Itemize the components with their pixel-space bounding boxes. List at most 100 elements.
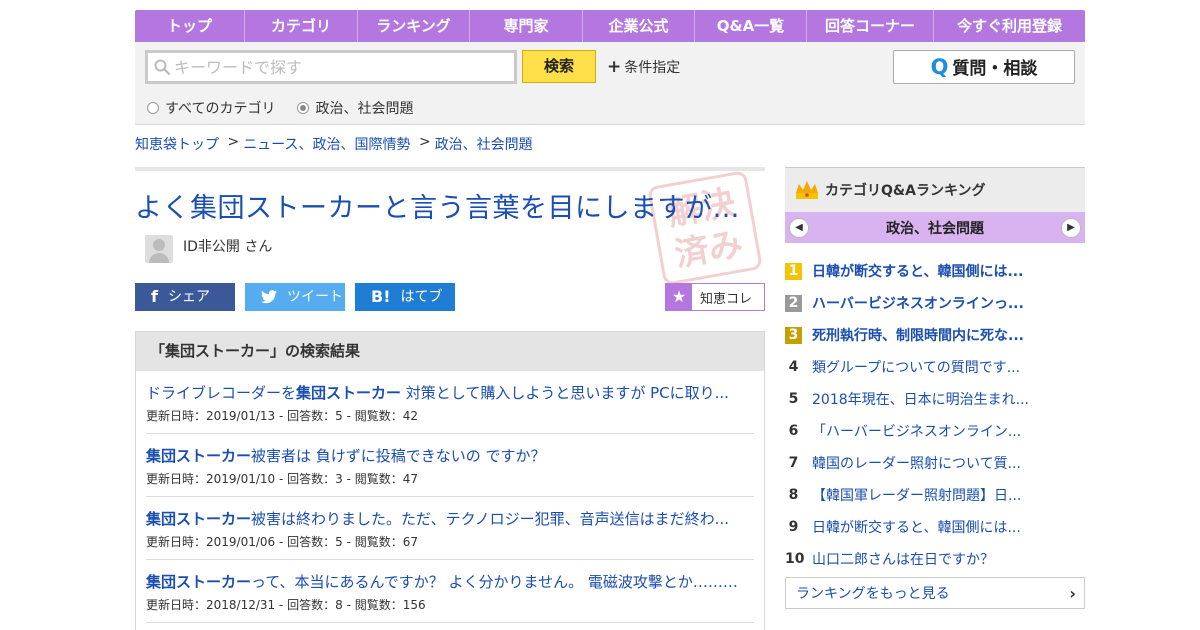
ranking-category-bar: ◀ 政治、社会問題 ▶ xyxy=(785,212,1085,243)
search-scope: すべてのカテゴリ 政治、社会問題 xyxy=(147,98,413,118)
result-title-keyword: 集団ストーカー xyxy=(146,573,252,591)
scope-current-label: 政治、社会問題 xyxy=(315,101,414,117)
ranking-item-title[interactable]: 日韓が断交すると、韓国側には... xyxy=(812,517,1032,537)
facebook-share-button[interactable]: f シェア xyxy=(135,283,235,311)
breadcrumb-separator: > xyxy=(223,134,240,150)
nav-qa-list[interactable]: Q&A一覧 xyxy=(695,10,807,42)
rank-number: 6 xyxy=(788,422,799,439)
global-nav: トップ カテゴリ ランキング 専門家 企業公式 Q&A一覧 回答コーナー 今すぐ… xyxy=(135,10,1085,42)
nav-official[interactable]: 企業公式 xyxy=(583,10,695,42)
question-user: ID非公開 さん xyxy=(183,239,273,255)
nav-answer-corner[interactable]: 回答コーナー xyxy=(807,10,934,42)
ranking-item-title[interactable]: 【韓国軍レーダー照射問題】日... xyxy=(812,485,1032,505)
result-title[interactable]: 集団ストーカー被害は終わりました。ただ、テクノロジー犯罪、音声送信はまだ終わ..… xyxy=(146,508,754,529)
ranking-more-link[interactable]: ランキングをもっと見る › xyxy=(785,577,1085,609)
facebook-icon: f xyxy=(151,287,158,306)
breadcrumb: 知恵袋トップ > ニュース、政治、国際情勢 > 政治、社会問題 xyxy=(135,134,533,154)
rank-number: 4 xyxy=(788,358,799,375)
result-title[interactable]: 集団ストーカー被害者は 負けずに投稿できないの ですか？ xyxy=(146,445,754,466)
plus-icon: + xyxy=(607,57,622,77)
ranking-item: 7 韓国のレーダー照射について質... xyxy=(785,447,1085,479)
breadcrumb-separator: > xyxy=(414,134,431,150)
search-input[interactable] xyxy=(174,57,494,77)
rank-number: 5 xyxy=(788,390,799,407)
question-divider xyxy=(135,167,765,171)
radio-dot xyxy=(147,102,159,114)
rank-number: 10 xyxy=(785,550,805,567)
breadcrumb-home[interactable]: 知恵袋トップ xyxy=(135,134,219,154)
category-ranking: カテゴリQ&Aランキング ◀ 政治、社会問題 ▶ 1 日韓が断交すると、韓国側には… xyxy=(785,167,1085,609)
scope-all-label: すべてのカテゴリ xyxy=(165,101,276,117)
ranking-item-title[interactable]: 「ハーバービジネスオンライン... xyxy=(812,421,1032,441)
conditions-link[interactable]: + 条件指定 xyxy=(607,57,680,77)
result-title-post: 対策として購入しようと思いますが PCに取り... xyxy=(401,384,729,402)
search-results-heading: 「集団ストーカー」の検索結果 xyxy=(136,332,764,371)
rank-number: 1 xyxy=(785,262,802,280)
ranking-item-title[interactable]: 死刑執行時、制限時間内に死な... xyxy=(812,325,1032,345)
nav-top[interactable]: トップ xyxy=(135,10,245,42)
hatena-bookmark-label: はてブ xyxy=(400,289,443,305)
ranking-item: 3 死刑執行時、制限時間内に死な... xyxy=(785,319,1085,351)
rank-number: 9 xyxy=(788,518,799,535)
ranking-item-title[interactable]: ハーバービジネスオンラインっ... xyxy=(812,293,1032,313)
result-meta: 更新日時：2019/01/06 - 回答数：5 - 閲覧数：67 xyxy=(146,535,418,549)
search-box[interactable] xyxy=(145,50,517,84)
nav-experts[interactable]: 専門家 xyxy=(470,10,583,42)
twitter-share-label: ツイート xyxy=(287,289,343,305)
ranking-item-title[interactable]: 類グループについての質問です... xyxy=(812,357,1032,377)
radio-dot-selected xyxy=(297,102,310,114)
rank-number: 7 xyxy=(788,454,799,471)
breadcrumb-politics[interactable]: 政治、社会問題 xyxy=(435,134,533,154)
result-title-post: 被害者は 負けずに投稿できないの ですか？ xyxy=(251,447,546,465)
result-title[interactable]: ドライブレコーダーを集団ストーカー 対策として購入しようと思いますが PCに取り… xyxy=(146,382,754,403)
scope-all-radio[interactable]: すべてのカテゴリ xyxy=(147,98,275,118)
result-title-post: 被害は終わりました。ただ、テクノロジー犯罪、音声送信はまだ終わ... xyxy=(251,510,729,528)
ranking-category-name: 政治、社会問題 xyxy=(886,220,984,237)
ranking-list: 1 日韓が断交すると、韓国側には... 2 ハーバービジネスオンラインっ... 3死… xyxy=(785,255,1085,575)
search-button[interactable]: 検索 xyxy=(522,50,596,83)
result-meta: 更新日時：2019/01/10 - 回答数：3 - 閲覧数：47 xyxy=(146,472,418,486)
rank-number: 8 xyxy=(788,486,799,503)
search-results: 「集団ストーカー」の検索結果 ドライブレコーダーを集団ストーカー 対策として購入… xyxy=(135,331,765,630)
hatena-bookmark-button[interactable]: B! はてブ xyxy=(355,283,455,311)
result-title-post: って、本当にあるんですか？ よく分かりません。 電磁波攻撃とか……… xyxy=(251,573,738,591)
ranking-heading-label: カテゴリQ&Aランキング xyxy=(825,183,986,199)
ranking-item: 2 ハーバービジネスオンラインっ... xyxy=(785,287,1085,319)
ranking-item-title[interactable]: 韓国のレーダー照射について質... xyxy=(812,453,1032,473)
result-meta: 更新日時：2019/01/13 - 回答数：5 - 閲覧数：42 xyxy=(146,409,418,423)
result-title[interactable]: 集団ストーカーって、本当にあるんですか？ よく分かりません。 電磁波攻撃とか……… xyxy=(146,571,754,592)
result-item: 集団ストーカー被害者は 負けずに投稿できないの ですか？ 更新日時：2019/0… xyxy=(146,434,754,497)
result-item: 集団ストーカー被害は終わりました。ただ、テクノロジー犯罪、音声送信はまだ終わ..… xyxy=(146,497,754,560)
ranking-item-title[interactable]: 2018年現在、日本に明治生まれ... xyxy=(812,389,1032,409)
avatar xyxy=(145,235,173,263)
result-title-keyword: 集団ストーカー xyxy=(146,510,252,528)
question-title[interactable]: よく集団ストーカーと言う言葉を目にしますが… xyxy=(135,186,765,225)
ranking-item: 5 2018年現在、日本に明治生まれ... xyxy=(785,383,1085,415)
ranking-item-title[interactable]: 日韓が断交すると、韓国側には... xyxy=(812,261,1032,281)
chie-collection-button[interactable]: ★ 知恵コレ xyxy=(665,283,765,311)
chevron-right-icon: › xyxy=(1069,583,1076,603)
avatar-body xyxy=(149,253,169,263)
scope-current-radio[interactable]: 政治、社会問題 xyxy=(297,98,413,118)
result-title-keyword: 集団ストーカー xyxy=(146,447,252,465)
ranking-item-title[interactable]: 山口二郎さんは在日ですか？ xyxy=(812,549,1032,569)
twitter-share-button[interactable]: ツイート xyxy=(245,283,345,311)
nav-register[interactable]: 今すぐ利用登録 xyxy=(934,10,1085,42)
next-category-arrow[interactable]: ▶ xyxy=(1061,217,1081,238)
rank-number: 3 xyxy=(785,326,802,344)
nav-ranking[interactable]: ランキング xyxy=(358,10,470,42)
prev-category-arrow[interactable]: ◀ xyxy=(789,217,809,238)
ranking-more-label: ランキングをもっと見る xyxy=(796,586,950,602)
facebook-share-label: シェア xyxy=(167,289,210,305)
conditions-label: 条件指定 xyxy=(624,60,681,76)
breadcrumb-news[interactable]: ニュース、政治、国際情勢 xyxy=(243,134,410,154)
rank-number: 2 xyxy=(785,294,802,312)
crown-icon xyxy=(796,181,818,199)
chie-collection-label: 知恵コレ xyxy=(700,291,753,307)
ranking-item: 1 日韓が断交すると、韓国側には... xyxy=(785,255,1085,287)
hatena-icon: B! xyxy=(371,287,391,306)
ask-question-button[interactable]: Q 質問・相談 xyxy=(893,50,1075,84)
ranking-heading: カテゴリQ&Aランキング xyxy=(785,167,1085,212)
ranking-item: 10 山口二郎さんは在日ですか？ xyxy=(785,543,1085,575)
nav-category[interactable]: カテゴリ xyxy=(245,10,358,42)
